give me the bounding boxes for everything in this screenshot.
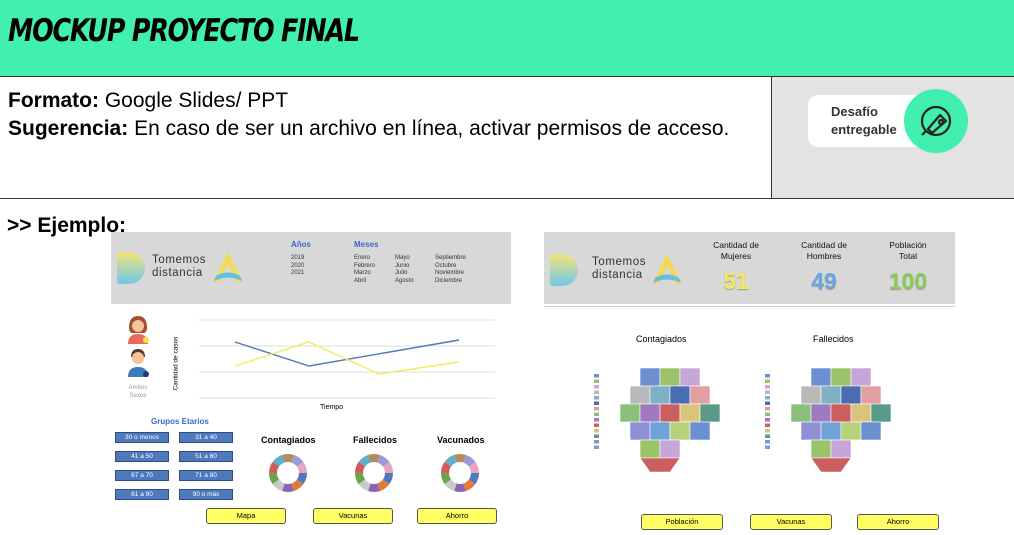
- donut-title-infected: Contagiados: [261, 435, 316, 445]
- line-series-blue: [234, 339, 460, 367]
- age-group-button[interactable]: 31 a 40: [179, 432, 233, 443]
- men-count-label: Cantidad de Hombres: [801, 240, 847, 261]
- tomemos-distancia-logo: Tomemos distancia: [117, 250, 245, 286]
- map-title-infected: Contagiados: [636, 334, 687, 344]
- logo-a-icon: [652, 254, 682, 284]
- month-option[interactable]: Abril: [354, 278, 375, 286]
- women-count-label: Cantidad de Mujeres: [713, 240, 759, 261]
- months-col-3: Septiembre Octubre Noviembre Diciembre: [435, 255, 466, 285]
- age-group-button[interactable]: 41 a 50: [115, 451, 169, 462]
- divider: [544, 306, 955, 307]
- tomemos-distancia-logo: Tomemos distancia: [550, 252, 682, 288]
- donut-title-deceased: Fallecidos: [353, 435, 398, 445]
- vaccines-button[interactable]: Vacunas: [750, 514, 832, 530]
- month-option[interactable]: Febrero: [354, 263, 375, 271]
- logo-text-1: Tomemos: [152, 254, 207, 266]
- both-sexes-label[interactable]: Ambos Sexos: [127, 385, 149, 400]
- savings-button[interactable]: Ahorro: [417, 508, 497, 524]
- map-title-deceased: Fallecidos: [813, 334, 854, 344]
- month-option[interactable]: Junio: [395, 263, 414, 271]
- years-title: Años: [291, 240, 311, 249]
- months-col-1: Enero Febrero Marzo Abril: [354, 255, 375, 285]
- month-option[interactable]: Julio: [395, 270, 414, 278]
- choropleth-map-deceased[interactable]: [763, 362, 903, 474]
- months-col-2: Mayo Junio Julio Agosto: [395, 255, 414, 285]
- donut-chart-infected: [269, 454, 307, 492]
- month-option[interactable]: Diciembre: [435, 278, 466, 286]
- vaccines-button[interactable]: Vacunas: [313, 508, 393, 524]
- age-group-button[interactable]: 90 o más: [179, 489, 233, 500]
- age-group-button[interactable]: 81 a 90: [115, 489, 169, 500]
- age-group-button[interactable]: 51 a 60: [179, 451, 233, 462]
- badge-panel: Desafío entregable: [771, 77, 1014, 199]
- month-option[interactable]: Agosto: [395, 278, 414, 286]
- age-groups-title: Grupos Etarios: [151, 417, 209, 426]
- savings-button[interactable]: Ahorro: [857, 514, 939, 530]
- population-button[interactable]: Población: [641, 514, 723, 530]
- years-list: 2019 2020 2021: [291, 255, 304, 278]
- suggestion-value: En caso de ser un archivo en línea, acti…: [134, 117, 730, 140]
- month-option[interactable]: Enero: [354, 255, 375, 263]
- age-group-button[interactable]: 67 a 70: [115, 470, 169, 481]
- logo-shape: [117, 252, 145, 284]
- y-axis-label: Cantidad de casos: [172, 336, 180, 391]
- page-title: MOCKUP PROYECTO FINAL: [8, 13, 360, 49]
- month-option[interactable]: Noviembre: [435, 270, 466, 278]
- format-value: Google Slides/ PPT: [104, 89, 289, 112]
- age-group-button[interactable]: 71 a 80: [179, 470, 233, 481]
- x-axis-label: Tiempo: [320, 404, 344, 411]
- age-group-button[interactable]: 30 o menos: [115, 432, 169, 443]
- example-slide-2: Tomemos distancia Cantidad de Mujeres 51 C…: [544, 232, 955, 530]
- info-panel: Formato: Google Slides/ PPT Sugerencia: …: [0, 77, 771, 199]
- example-label: >> Ejemplo:: [7, 214, 127, 237]
- year-option[interactable]: 2020: [291, 263, 304, 271]
- line-chart: [199, 319, 495, 399]
- logo-a-icon: [213, 252, 243, 282]
- suggestion-label: Sugerencia:: [8, 117, 129, 140]
- men-count-value: 49: [811, 268, 837, 294]
- suggestion-line: Sugerencia: En caso de ser un archivo en…: [8, 115, 763, 143]
- male-avatar-icon[interactable]: [125, 347, 151, 377]
- format-label: Formato:: [8, 89, 99, 112]
- year-option[interactable]: 2019: [291, 255, 304, 263]
- female-avatar-icon[interactable]: [125, 314, 151, 344]
- logo-text-2: distancia: [152, 267, 203, 279]
- women-count-value: 51: [723, 268, 749, 294]
- total-population-label: Población Total: [889, 240, 927, 261]
- example-slide-1: Tomemos distancia Años 2019 2020 2021 Mes…: [111, 232, 511, 530]
- month-option[interactable]: Marzo: [354, 270, 375, 278]
- header-bar: MOCKUP PROYECTO FINAL: [0, 0, 1014, 77]
- month-option[interactable]: Septiembre: [435, 255, 466, 263]
- line-series-yellow: [234, 341, 460, 375]
- map-button[interactable]: Mapa: [206, 508, 286, 524]
- choropleth-map-infected[interactable]: [592, 362, 732, 474]
- months-title: Meses: [354, 240, 379, 249]
- logo-shape: [550, 254, 578, 286]
- format-line: Formato: Google Slides/ PPT: [8, 87, 763, 115]
- total-population-value: 100: [888, 268, 928, 294]
- donut-chart-vaccinated: [441, 454, 479, 492]
- donut-chart-deceased: [355, 454, 393, 492]
- month-option[interactable]: Mayo: [395, 255, 414, 263]
- logo-text-1: Tomemos: [592, 256, 647, 268]
- year-option[interactable]: 2021: [291, 270, 304, 278]
- donut-title-vaccinated: Vacunados: [437, 435, 485, 445]
- month-option[interactable]: Octubre: [435, 263, 466, 271]
- logo-text-2: distancia: [592, 269, 643, 281]
- pen-tool-icon: [904, 89, 968, 153]
